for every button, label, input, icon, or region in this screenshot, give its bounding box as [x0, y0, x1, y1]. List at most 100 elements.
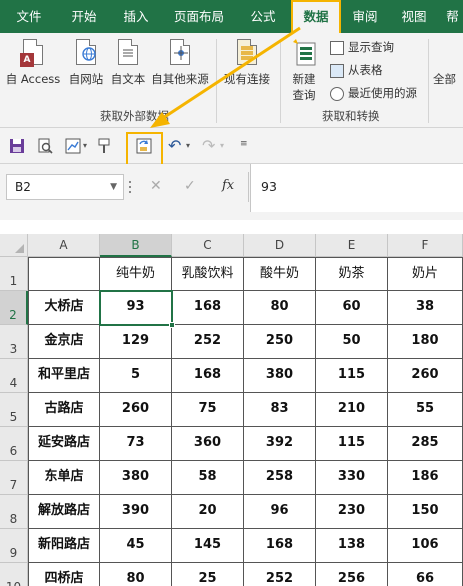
- row-header-2[interactable]: 2: [0, 291, 28, 325]
- cell-e2[interactable]: 60: [316, 291, 388, 325]
- from-table-button[interactable]: 从表格: [330, 62, 383, 78]
- column-header-a[interactable]: A: [28, 234, 100, 257]
- cell-c8[interactable]: 20: [172, 495, 244, 529]
- cell-d1[interactable]: 酸牛奶: [244, 257, 316, 291]
- cell-e7[interactable]: 330: [316, 461, 388, 495]
- cell-f2[interactable]: 38: [388, 291, 463, 325]
- cell-d9[interactable]: 168: [244, 529, 316, 563]
- column-header-b[interactable]: B: [100, 234, 172, 257]
- row-header-3[interactable]: 3: [0, 325, 28, 359]
- cell-a1[interactable]: [28, 257, 100, 291]
- tab-page-layout[interactable]: 页面布局: [162, 0, 236, 33]
- cell-c2[interactable]: 168: [172, 291, 244, 325]
- cell-e9[interactable]: 138: [316, 529, 388, 563]
- resize-handle-icon[interactable]: [128, 177, 132, 197]
- chevron-down-icon[interactable]: ▾: [186, 141, 190, 150]
- cell-a3[interactable]: 金京店: [28, 325, 100, 359]
- customize-toolbar-icon[interactable]: ≡: [240, 139, 248, 149]
- cell-d5[interactable]: 83: [244, 393, 316, 427]
- cell-d8[interactable]: 96: [244, 495, 316, 529]
- print-preview-icon[interactable]: [37, 138, 53, 154]
- row-header-9[interactable]: 9: [0, 529, 28, 563]
- tab-insert[interactable]: 插入: [110, 0, 162, 33]
- cell-e1[interactable]: 奶茶: [316, 257, 388, 291]
- cell-f6[interactable]: 285: [388, 427, 463, 461]
- from-text-button[interactable]: 自文本: [108, 39, 148, 87]
- chart-icon[interactable]: [65, 138, 81, 154]
- row-header-8[interactable]: 8: [0, 495, 28, 529]
- cell-a6[interactable]: 延安路店: [28, 427, 100, 461]
- tab-file[interactable]: 文件: [0, 0, 58, 33]
- row-header-10[interactable]: 10: [0, 563, 28, 586]
- cell-e3[interactable]: 50: [316, 325, 388, 359]
- enter-icon[interactable]: ✓: [184, 178, 196, 194]
- existing-connections-button[interactable]: 现有连接: [220, 39, 274, 87]
- cell-f4[interactable]: 260: [388, 359, 463, 393]
- cell-b8[interactable]: 390: [100, 495, 172, 529]
- chevron-down-icon[interactable]: ▼: [110, 175, 117, 199]
- recent-sources-button[interactable]: 最近使用的源: [330, 85, 417, 101]
- column-header-e[interactable]: E: [316, 234, 388, 257]
- cell-b1[interactable]: 纯牛奶: [100, 257, 172, 291]
- cell-b6[interactable]: 73: [100, 427, 172, 461]
- cell-a7[interactable]: 东单店: [28, 461, 100, 495]
- cell-b3[interactable]: 129: [100, 325, 172, 359]
- cell-c10[interactable]: 25: [172, 563, 244, 586]
- chevron-down-icon[interactable]: ▾: [220, 141, 224, 150]
- new-query-button[interactable]: 新建 查询: [284, 39, 324, 103]
- cell-e5[interactable]: 210: [316, 393, 388, 427]
- column-header-f[interactable]: F: [388, 234, 463, 257]
- tab-view[interactable]: 视图: [390, 0, 438, 33]
- undo-icon[interactable]: ↶: [168, 136, 181, 155]
- cell-d10[interactable]: 252: [244, 563, 316, 586]
- from-access-button[interactable]: A 自 Access: [3, 39, 63, 87]
- insert-function-button[interactable]: fx: [222, 178, 234, 193]
- cell-d2[interactable]: 80: [244, 291, 316, 325]
- cell-c5[interactable]: 75: [172, 393, 244, 427]
- cell-d4[interactable]: 380: [244, 359, 316, 393]
- save-icon[interactable]: [9, 138, 25, 154]
- cell-b10[interactable]: 80: [100, 563, 172, 586]
- column-header-c[interactable]: C: [172, 234, 244, 257]
- cell-c7[interactable]: 58: [172, 461, 244, 495]
- cell-e6[interactable]: 115: [316, 427, 388, 461]
- row-header-7[interactable]: 7: [0, 461, 28, 495]
- cell-d6[interactable]: 392: [244, 427, 316, 461]
- cell-a4[interactable]: 和平里店: [28, 359, 100, 393]
- redo-icon[interactable]: ↷: [202, 136, 215, 155]
- cell-a5[interactable]: 古路店: [28, 393, 100, 427]
- cell-c4[interactable]: 168: [172, 359, 244, 393]
- cell-f9[interactable]: 106: [388, 529, 463, 563]
- cell-b2[interactable]: 93: [100, 291, 172, 325]
- tab-data[interactable]: 数据: [291, 0, 341, 33]
- cell-a2[interactable]: 大桥店: [28, 291, 100, 325]
- cancel-icon[interactable]: ✕: [150, 178, 162, 194]
- cell-c6[interactable]: 360: [172, 427, 244, 461]
- tab-review[interactable]: 审阅: [343, 0, 387, 33]
- cell-e4[interactable]: 115: [316, 359, 388, 393]
- formula-input[interactable]: 93: [250, 164, 463, 212]
- row-header-4[interactable]: 4: [0, 359, 28, 393]
- cell-f3[interactable]: 180: [388, 325, 463, 359]
- cell-c9[interactable]: 145: [172, 529, 244, 563]
- select-all-button[interactable]: [0, 234, 28, 257]
- cell-b9[interactable]: 45: [100, 529, 172, 563]
- row-header-1[interactable]: 1: [0, 257, 28, 291]
- tab-help[interactable]: 帮: [442, 0, 463, 33]
- column-header-d[interactable]: D: [244, 234, 316, 257]
- cell-c3[interactable]: 252: [172, 325, 244, 359]
- chevron-down-icon[interactable]: ▾: [83, 141, 87, 150]
- format-painter-icon[interactable]: [96, 138, 112, 154]
- tab-home[interactable]: 开始: [58, 0, 110, 33]
- row-header-5[interactable]: 5: [0, 393, 28, 427]
- from-other-sources-button[interactable]: 自其他来源: [149, 39, 211, 87]
- refresh-all-button[interactable]: 全部: [433, 39, 463, 87]
- from-web-button[interactable]: 自网站: [64, 39, 108, 87]
- cell-a8[interactable]: 解放路店: [28, 495, 100, 529]
- cell-f7[interactable]: 186: [388, 461, 463, 495]
- cell-a9[interactable]: 新阳路店: [28, 529, 100, 563]
- cell-c1[interactable]: 乳酸饮料: [172, 257, 244, 291]
- cell-f1[interactable]: 奶片: [388, 257, 463, 291]
- cell-d3[interactable]: 250: [244, 325, 316, 359]
- cell-d7[interactable]: 258: [244, 461, 316, 495]
